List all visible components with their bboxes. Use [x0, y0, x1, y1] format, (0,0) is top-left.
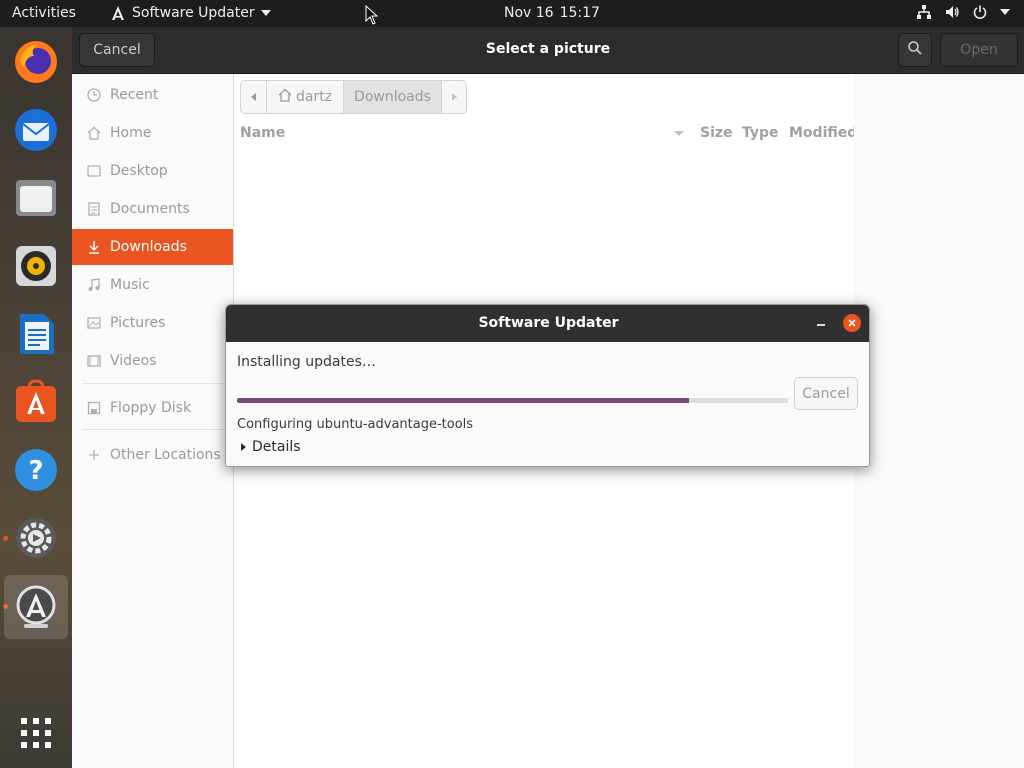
sidebar-item-label: Pictures	[110, 315, 166, 331]
sidebar-item-recent[interactable]: Recent	[72, 77, 233, 113]
expander-arrow-icon	[241, 443, 246, 451]
cancel-button[interactable]: Cancel	[79, 33, 155, 67]
sidebar-item-label: Home	[110, 125, 152, 141]
clock-time: 15:17	[559, 5, 600, 21]
home-icon	[278, 88, 292, 106]
close-icon	[848, 315, 856, 331]
dialog-cancel-button[interactable]: Cancel	[794, 377, 858, 410]
dock: ?	[0, 27, 72, 768]
firefox-icon[interactable]	[10, 36, 62, 88]
running-indicator	[3, 536, 8, 541]
network-icon[interactable]	[916, 4, 932, 20]
open-button[interactable]: Open	[940, 33, 1018, 67]
chevron-left-icon	[251, 93, 256, 101]
top-bar: Activities Software Updater Nov 16 15:17	[0, 0, 1024, 27]
show-applications-icon[interactable]	[10, 707, 62, 759]
pictures-icon	[86, 315, 102, 331]
app-menu[interactable]: Software Updater	[110, 5, 271, 21]
sidebar-item-label: Downloads	[110, 239, 187, 255]
sidebar-item-pictures[interactable]: Pictures	[72, 305, 233, 341]
sidebar-item-label: Other Locations	[110, 447, 221, 463]
sidebar-item-music[interactable]: Music	[72, 267, 233, 303]
mouse-pointer-icon	[365, 4, 379, 29]
progress-bar	[237, 398, 788, 403]
floppy-icon	[86, 400, 102, 416]
chevron-right-icon	[451, 93, 457, 101]
clock-date: Nov 16	[504, 5, 554, 21]
progress-heading: Installing updates…	[237, 354, 376, 370]
activities-button[interactable]: Activities	[12, 5, 76, 21]
sidebar-item-videos[interactable]: Videos	[72, 343, 233, 379]
sidebar-item-desktop[interactable]: Desktop	[72, 153, 233, 189]
clock[interactable]: Nov 16 15:17	[504, 5, 600, 21]
sidebar-item-documents[interactable]: Documents	[72, 191, 233, 227]
clock-icon	[86, 87, 102, 103]
progress-status-text: Configuring ubuntu-advantage-tools	[237, 417, 474, 432]
videos-icon	[86, 353, 102, 369]
path-back-button[interactable]	[241, 81, 267, 113]
search-button[interactable]	[898, 33, 932, 67]
ubuntu-software-icon[interactable]	[10, 376, 62, 428]
preview-pane	[854, 74, 1024, 768]
sidebar-item-label: Videos	[110, 353, 157, 369]
details-label: Details	[252, 439, 301, 455]
path-segment-label: dartz	[295, 89, 333, 105]
dialog-title: Software Updater	[478, 315, 619, 331]
sidebar-item-label: Floppy Disk	[110, 400, 192, 416]
thunderbird-icon[interactable]	[10, 104, 62, 156]
rhythmbox-icon[interactable]	[10, 240, 62, 292]
software-updater-dialog: Software Updater Installing updates… Can…	[225, 304, 870, 467]
path-segment-home[interactable]: dartz	[267, 81, 344, 113]
minimize-button[interactable]	[812, 314, 830, 332]
music-icon	[86, 277, 102, 293]
home-icon	[86, 125, 102, 141]
power-icon[interactable]	[972, 4, 988, 20]
column-header-modified[interactable]: Modified	[789, 125, 857, 141]
path-segment-current[interactable]: Downloads	[344, 81, 442, 113]
sort-descending-icon	[674, 131, 684, 136]
path-bar: dartz Downloads	[240, 80, 467, 114]
close-button[interactable]	[843, 314, 861, 332]
system-tray[interactable]	[916, 4, 1010, 20]
column-header-name[interactable]: Name	[240, 125, 285, 141]
system-menu-chevron-icon[interactable]	[1000, 9, 1010, 15]
software-updater-icon[interactable]	[4, 575, 68, 639]
sidebar-separator	[82, 383, 232, 384]
sidebar-item-other-locations[interactable]: Other Locations	[72, 437, 233, 473]
svg-text:?: ?	[28, 456, 43, 486]
files-icon[interactable]	[10, 172, 62, 224]
download-icon	[86, 239, 102, 255]
dialog-headerbar: Software Updater	[226, 305, 869, 342]
details-expander[interactable]: Details	[241, 439, 301, 455]
libreoffice-writer-icon[interactable]	[10, 308, 62, 360]
minimize-icon	[817, 324, 825, 326]
sidebar-item-label: Music	[110, 277, 150, 293]
window-title: Select a picture	[485, 41, 611, 57]
documents-icon	[86, 201, 102, 217]
sidebar-item-home[interactable]: Home	[72, 115, 233, 151]
progress-bar-fill	[237, 398, 689, 403]
headerbar: Cancel Select a picture Open	[72, 27, 1024, 74]
desktop-folder-icon	[86, 163, 102, 179]
places-sidebar: Recent Home Desktop Documents Downloads …	[72, 74, 234, 768]
column-header-type[interactable]: Type	[742, 125, 779, 141]
software-updater-small-icon	[110, 5, 126, 21]
sidebar-item-label: Documents	[110, 201, 190, 217]
app-menu-label: Software Updater	[132, 5, 255, 21]
sidebar-item-downloads[interactable]: Downloads	[72, 229, 233, 265]
chevron-down-icon	[260, 10, 271, 16]
plus-icon	[86, 447, 102, 463]
sidebar-item-floppy-disk[interactable]: Floppy Disk	[72, 390, 233, 426]
search-icon	[907, 40, 923, 60]
volume-icon[interactable]	[944, 4, 960, 20]
settings-icon[interactable]	[10, 512, 62, 564]
help-icon[interactable]: ?	[10, 444, 62, 496]
sidebar-separator	[82, 429, 232, 430]
sidebar-item-label: Desktop	[110, 163, 168, 179]
sidebar-item-label: Recent	[110, 87, 159, 103]
path-forward-button[interactable]	[442, 81, 466, 113]
column-header-size[interactable]: Size	[700, 125, 733, 141]
